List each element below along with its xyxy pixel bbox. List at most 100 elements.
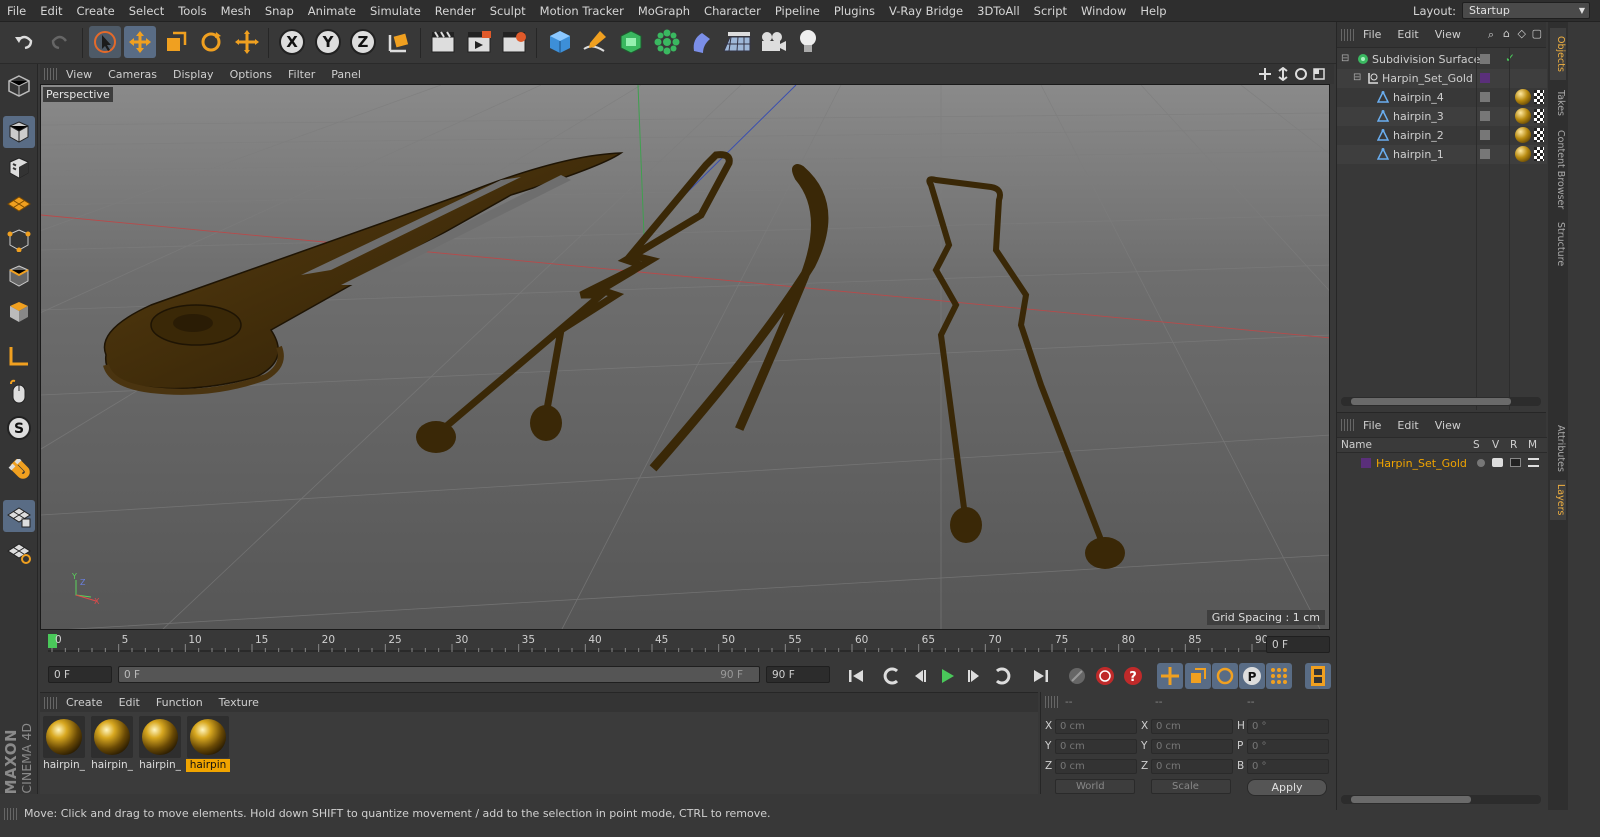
menu-motion-tracker[interactable]: Motion Tracker <box>533 4 631 18</box>
polygons-mode-button[interactable] <box>3 296 35 328</box>
back-icon[interactable]: ◇ <box>1518 27 1526 40</box>
key-parameter-toggle[interactable]: P <box>1239 663 1265 689</box>
timeline-ruler[interactable]: 0 5 10 15 20 25 30 35 40 45 50 55 60 65 70 75 80 85 90 0 F <box>40 632 1334 660</box>
key-pla-toggle[interactable] <box>1266 663 1292 689</box>
add-camera-button[interactable] <box>757 26 789 58</box>
tab-structure[interactable]: Structure <box>1550 218 1566 270</box>
scrollbar-thumb[interactable] <box>1351 796 1471 803</box>
viewport-menu-view[interactable]: View <box>58 68 100 81</box>
add-cloner-button[interactable] <box>651 26 683 58</box>
material-item[interactable]: hairpin_ <box>90 716 134 772</box>
expand-minus-icon[interactable]: ⊟ <box>1353 72 1361 83</box>
objects-menu-view[interactable]: View <box>1427 28 1469 41</box>
material-item[interactable]: hairpin_ <box>138 716 182 772</box>
menu-vray-bridge[interactable]: V-Ray Bridge <box>882 4 970 18</box>
pan-icon[interactable] <box>1258 67 1272 81</box>
goto-start-button[interactable] <box>843 663 869 689</box>
size-x-field[interactable]: 0 cm <box>1151 719 1233 734</box>
key-rotation-toggle[interactable] <box>1212 663 1238 689</box>
edges-mode-button[interactable] <box>3 260 35 292</box>
record-keys-toggle[interactable] <box>1064 663 1090 689</box>
live-selection-button[interactable] <box>89 26 121 58</box>
coordinate-mode-dropdown[interactable]: World <box>1055 779 1135 794</box>
undo-button[interactable] <box>8 26 40 58</box>
material-menu-create[interactable]: Create <box>58 696 111 709</box>
rotate-tool-button[interactable] <box>195 26 227 58</box>
workplane-lock-button[interactable] <box>3 500 35 532</box>
menu-select[interactable]: Select <box>122 4 171 18</box>
pos-z-field[interactable]: 0 cm <box>1055 759 1137 774</box>
perspective-viewport[interactable]: Y Z X Perspective Grid Spacing : 1 cm <box>40 84 1330 630</box>
render-clapper-icon[interactable] <box>1510 458 1521 467</box>
menu-sculpt[interactable]: Sculpt <box>483 4 533 18</box>
search-icon[interactable]: ⌕ <box>1488 28 1494 42</box>
rot-p-field[interactable]: 0 ° <box>1247 739 1329 754</box>
menu-window[interactable]: Window <box>1074 4 1133 18</box>
material-tag-icon[interactable] <box>1515 89 1531 105</box>
next-frame-button[interactable] <box>961 663 987 689</box>
max-frame-field[interactable]: 90 F <box>766 666 830 683</box>
material-item[interactable]: hairpin_ <box>42 716 86 772</box>
size-z-field[interactable]: 0 cm <box>1151 759 1233 774</box>
solo-dot-icon[interactable] <box>1477 459 1485 467</box>
z-axis-lock-button[interactable]: Z <box>347 26 379 58</box>
tweak-mode-button[interactable] <box>3 376 35 408</box>
end-frame-field[interactable]: 0 F <box>1266 636 1330 653</box>
material-tag-icon[interactable] <box>1515 127 1531 143</box>
material-menu-texture[interactable]: Texture <box>211 696 267 709</box>
play-button[interactable] <box>934 663 960 689</box>
orbit-icon[interactable] <box>1294 67 1308 81</box>
workplane-mode-button[interactable] <box>3 188 35 220</box>
menu-mesh[interactable]: Mesh <box>214 4 258 18</box>
layers-menu-edit[interactable]: Edit <box>1389 419 1426 432</box>
uvw-tag-icon[interactable] <box>1534 147 1544 161</box>
object-row-hairpin-4[interactable]: hairpin_4 <box>1337 88 1547 107</box>
layers-menu-view[interactable]: View <box>1427 419 1469 432</box>
y-axis-lock-button[interactable]: Y <box>312 26 344 58</box>
autokey-button[interactable]: ? <box>1120 663 1146 689</box>
start-frame-field[interactable]: 0 F <box>48 666 112 683</box>
add-floor-button[interactable] <box>721 26 753 58</box>
object-row-harpin-set-gold[interactable]: ⊟ Harpin_Set_Gold <box>1337 69 1547 88</box>
home-icon[interactable]: ⌂ <box>1503 27 1510 40</box>
menu-pipeline[interactable]: Pipeline <box>768 4 827 18</box>
tab-objects[interactable]: Objects <box>1550 28 1566 80</box>
size-y-field[interactable]: 0 cm <box>1151 739 1233 754</box>
viewport-menu-display[interactable]: Display <box>165 68 222 81</box>
maximize-icon[interactable] <box>1312 67 1326 81</box>
next-key-button[interactable] <box>989 663 1015 689</box>
object-row-hairpin-3[interactable]: hairpin_3 <box>1337 107 1547 126</box>
tab-layers[interactable]: Layers <box>1550 480 1566 520</box>
transform-tool-button[interactable] <box>231 26 263 58</box>
material-menu-edit[interactable]: Edit <box>111 696 148 709</box>
menu-plugins[interactable]: Plugins <box>827 4 882 18</box>
add-cube-button[interactable] <box>544 26 576 58</box>
layers-menu-file[interactable]: File <box>1355 419 1389 432</box>
material-tag-icon[interactable] <box>1515 108 1531 124</box>
points-mode-button[interactable] <box>3 224 35 256</box>
add-spline-pen-button[interactable] <box>579 26 611 58</box>
key-position-toggle[interactable] <box>1157 663 1183 689</box>
render-to-picture-viewer-button[interactable] <box>463 26 495 58</box>
scale-tool-button[interactable] <box>160 26 192 58</box>
add-light-button[interactable] <box>792 26 824 58</box>
pos-x-field[interactable]: 0 cm <box>1055 719 1137 734</box>
eye-icon[interactable] <box>1492 458 1503 467</box>
expand-minus-icon[interactable]: ⊟ <box>1341 53 1349 64</box>
viewport-menu-cameras[interactable]: Cameras <box>100 68 165 81</box>
uvw-tag-icon[interactable] <box>1534 90 1544 104</box>
planar-workplane-button[interactable] <box>3 536 35 568</box>
material-menu-function[interactable]: Function <box>148 696 211 709</box>
preview-range-slider[interactable]: 0 F 90 F <box>118 666 760 683</box>
tab-content-browser[interactable]: Content Browser <box>1550 126 1566 214</box>
previous-frame-button[interactable] <box>907 663 933 689</box>
menu-character[interactable]: Character <box>697 4 768 18</box>
solo-mode-button[interactable]: S <box>3 412 35 444</box>
render-settings-button[interactable] <box>498 26 530 58</box>
layer-color-swatch[interactable] <box>1361 458 1371 468</box>
previous-key-button[interactable] <box>879 663 905 689</box>
move-tool-button[interactable] <box>124 26 156 58</box>
menu-script[interactable]: Script <box>1027 4 1074 18</box>
axis-mode-button[interactable] <box>3 340 35 372</box>
x-axis-lock-button[interactable]: X <box>276 26 308 58</box>
